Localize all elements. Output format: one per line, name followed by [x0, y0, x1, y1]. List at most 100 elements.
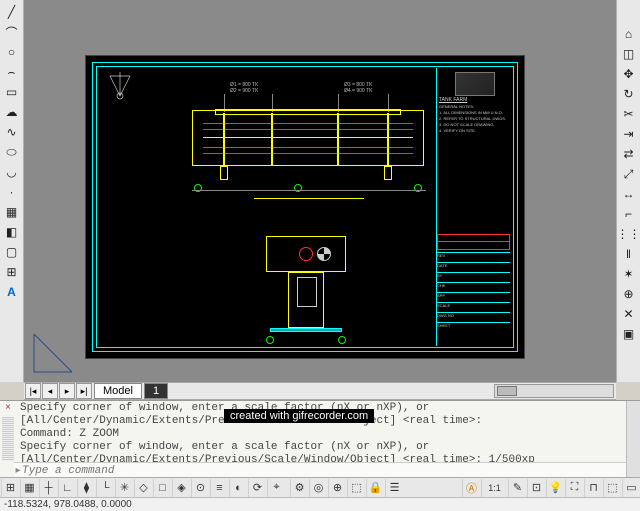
cmd-line: Specify corner of window, enter a scale …	[20, 441, 624, 454]
tab-layout-1[interactable]: 1	[144, 383, 168, 399]
revision-strip	[437, 234, 510, 250]
cmd-line: Command: Z ZOOM	[20, 428, 624, 441]
stretch-tool-icon[interactable]: ↔	[618, 184, 640, 204]
annotation-monitor-icon[interactable]: Ⓐ	[462, 479, 480, 497]
command-input[interactable]	[22, 465, 626, 477]
cursor-coordinates[interactable]: -118.5324, 978.0488, 0.0000	[4, 499, 132, 510]
tab-nav-prev-icon[interactable]: ◂	[42, 383, 58, 399]
front-view	[236, 236, 376, 342]
pedestal	[288, 272, 324, 328]
hatch-tool-icon[interactable]: ▦	[1, 202, 23, 222]
transparency-toggle-icon[interactable]: ◐	[229, 479, 247, 497]
qprops-icon[interactable]: ✎	[508, 479, 526, 497]
circle-tool-icon[interactable]: ○	[1, 42, 23, 62]
hscrollbar[interactable]	[494, 384, 614, 398]
block-tool-icon[interactable]: ▣	[618, 324, 640, 344]
isolate-obj-icon[interactable]: ⊡	[527, 479, 545, 497]
paperspace-canvas[interactable]: Ø1 = 800 TK Ø2 = 900 TK Ø3 = 800 TK Ø4 =…	[24, 0, 616, 382]
tb-row: SCALE	[437, 302, 510, 312]
dyn-input-toggle-icon[interactable]: ⧫	[77, 479, 95, 497]
status-bar: -118.5324, 978.0488, 0.0000	[0, 497, 640, 511]
tab-nav-next-icon[interactable]: ▸	[59, 383, 75, 399]
ellipse-tool-icon[interactable]: ⬭	[1, 142, 23, 162]
array-tool-icon[interactable]: ⋮⋮	[618, 224, 640, 244]
model-paper-toggle-icon[interactable]: ⊞	[1, 479, 19, 497]
rectangle-tool-icon[interactable]: ▭	[1, 82, 23, 102]
selection-cycling-toggle-icon[interactable]: ⟳	[248, 479, 266, 497]
tb-row: DWG NO	[437, 312, 510, 322]
polar-toggle-icon[interactable]: ✳	[115, 479, 133, 497]
osnap3d-toggle-icon[interactable]: ◈	[172, 479, 190, 497]
erase-tool-icon[interactable]: ✕	[618, 304, 640, 324]
hardware-accel-icon[interactable]: 💡	[546, 479, 564, 497]
layout-tabs: |◂ ◂ ▸ ▸| Model 1	[24, 382, 616, 400]
move-tool-icon[interactable]: ✥	[618, 64, 640, 84]
elev-marker-icon	[338, 336, 346, 344]
mirror-tool-icon[interactable]: ⇄	[618, 144, 640, 164]
iso-toggle-icon[interactable]: ◇	[134, 479, 152, 497]
workspace-icon[interactable]: ⬚	[347, 479, 365, 497]
ground-line	[192, 190, 426, 191]
nav-cube-icon[interactable]: ◫	[618, 44, 640, 64]
tb-row: SHEET	[437, 322, 510, 332]
north-arrow-icon	[100, 70, 140, 102]
title-block-table: REV DATE BY CHK APP SCALE DWG NO SHEET	[437, 252, 510, 344]
ann-visibility-icon[interactable]: ◎	[309, 479, 327, 497]
tray-icon[interactable]: ⬚	[603, 479, 621, 497]
revcloud-tool-icon[interactable]: ☁	[1, 102, 23, 122]
fillet-tool-icon[interactable]: ⌐	[618, 204, 640, 224]
ann-autoscale-icon[interactable]: ⊕	[328, 479, 346, 497]
tab-model[interactable]: Model	[94, 383, 142, 399]
snap-toggle-icon[interactable]: ┼	[39, 479, 57, 497]
nav-home-icon[interactable]: ⌂	[618, 24, 640, 44]
scale-tool-icon[interactable]: ⤢	[618, 164, 640, 184]
watermark-overlay: created with gifrecorder.com	[224, 409, 374, 423]
region-tool-icon[interactable]: ▢	[1, 242, 23, 262]
ucs-icon	[30, 328, 78, 376]
infer-toggle-icon[interactable]: ∟	[58, 479, 76, 497]
ellipse-arc-tool-icon[interactable]: ◡	[1, 162, 23, 182]
scale-display[interactable]: 1:1	[481, 479, 507, 497]
gradient-tool-icon[interactable]: ◧	[1, 222, 23, 242]
command-vscrollbar[interactable]	[626, 401, 640, 478]
clean-screen-icon[interactable]: ⛶	[565, 479, 583, 497]
table-tool-icon[interactable]: ⊞	[1, 262, 23, 282]
center-line	[203, 137, 413, 138]
max-viewport-icon[interactable]: ⊓	[584, 479, 602, 497]
tab-nav-first-icon[interactable]: |◂	[25, 383, 41, 399]
stiffener	[271, 113, 273, 165]
command-close-icon[interactable]: ×	[2, 403, 14, 415]
lock-ui-icon[interactable]: 🔒	[366, 479, 384, 497]
hscroll-thumb[interactable]	[497, 386, 517, 396]
fullscreen-icon[interactable]: ▭	[622, 479, 640, 497]
osnap-toggle-icon[interactable]: □	[153, 479, 171, 497]
otrack-toggle-icon[interactable]: ⊙	[191, 479, 209, 497]
modify-toolbar: ⌂ ◫ ✥ ↻ ✂ ⇥ ⇄ ⤢ ↔ ⌐ ⋮⋮ ‖ ✶ ⊕ ✕ ▣	[616, 0, 640, 382]
offset-tool-icon[interactable]: ‖	[618, 244, 640, 264]
tank-cap	[215, 109, 401, 115]
quick-props-toggle-icon[interactable]: ⌖	[267, 479, 285, 497]
mtext-tool-icon[interactable]: A	[1, 282, 23, 302]
join-tool-icon[interactable]: ⊕	[618, 284, 640, 304]
autocad-app: ╱ ⌒ ○ ⌢ ▭ ☁ ∿ ⬭ ◡ · ▦ ◧ ▢ ⊞ A ⌂ ◫ ✥ ↻ ✂ …	[0, 0, 640, 511]
line-tool-icon[interactable]: ╱	[1, 2, 23, 22]
layout-sheet: Ø1 = 800 TK Ø2 = 900 TK Ø3 = 800 TK Ø4 =…	[86, 56, 524, 358]
point-tool-icon[interactable]: ·	[1, 182, 23, 202]
lineweight-toggle-icon[interactable]: ≡	[210, 479, 228, 497]
arc-tool-icon[interactable]: ⌢	[1, 62, 23, 82]
trim-tool-icon[interactable]: ✂	[618, 104, 640, 124]
command-drag-handle[interactable]	[2, 417, 14, 461]
ann-scale-icon[interactable]: ⚙	[290, 479, 308, 497]
tb-row: CHK	[437, 282, 510, 292]
rotate-tool-icon[interactable]: ↻	[618, 84, 640, 104]
explode-tool-icon[interactable]: ✶	[618, 264, 640, 284]
polyline-tool-icon[interactable]: ⌒	[1, 22, 23, 42]
grid-toggle-icon[interactable]: ▦	[20, 479, 38, 497]
command-window: × Specify corner of window, enter a scal…	[0, 400, 640, 478]
customize-icon[interactable]: ☰	[385, 479, 403, 497]
extend-tool-icon[interactable]: ⇥	[618, 124, 640, 144]
spline-tool-icon[interactable]: ∿	[1, 122, 23, 142]
ortho-toggle-icon[interactable]: └	[96, 479, 114, 497]
title-block: TANK FARM GENERAL NOTES: 1. ALL DIMENSIO…	[436, 68, 512, 346]
tab-nav-last-icon[interactable]: ▸|	[76, 383, 92, 399]
